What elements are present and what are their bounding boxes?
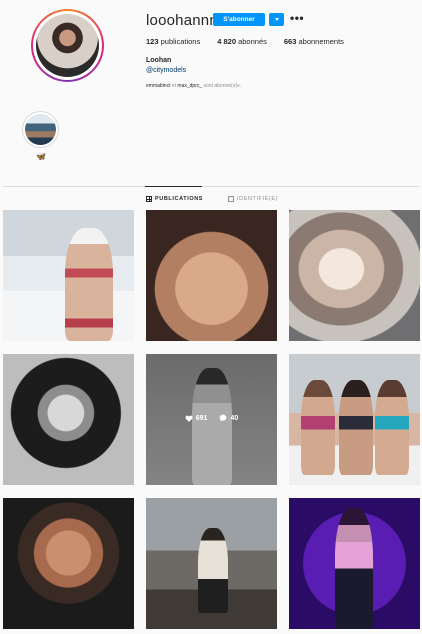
post-thumbnail[interactable]: [3, 354, 134, 485]
likes-value: 691: [195, 414, 208, 422]
following-label: abonnements: [298, 37, 344, 46]
followed-by-user-2[interactable]: max_dprc_: [177, 83, 202, 89]
post-figure: [301, 380, 335, 475]
post-thumbnail[interactable]: [146, 498, 277, 629]
highlight-cover: [25, 114, 56, 145]
likes-count: 691: [185, 414, 208, 422]
post-thumbnail[interactable]: [3, 210, 134, 341]
posts-stat: 123 publications: [146, 37, 200, 46]
tab-tagged-label: IDENTIFIÉ(E): [237, 196, 279, 202]
post-thumbnail[interactable]: [146, 210, 277, 341]
tab-tagged[interactable]: IDENTIFIÉ(E): [228, 196, 278, 202]
profile-link[interactable]: @citymodels: [146, 67, 186, 74]
post-figure: [335, 508, 373, 629]
followers-label: abonnés: [238, 37, 267, 46]
grid-icon: [146, 196, 152, 202]
post-thumbnail[interactable]: [289, 498, 420, 629]
posts-count: 123: [146, 37, 159, 46]
post-figure: [339, 380, 373, 475]
username: looohannn: [146, 12, 218, 29]
post-thumbnail[interactable]: [3, 498, 134, 629]
post-thumbnail[interactable]: [289, 210, 420, 341]
highlight-label: 🦋: [36, 152, 46, 161]
profile-avatar[interactable]: [31, 9, 104, 82]
post-figure: [198, 528, 228, 613]
comments-value: 40: [230, 414, 239, 422]
post-figure: [65, 228, 113, 341]
followers-count: 4 820: [217, 37, 236, 46]
post-thumbnail[interactable]: [289, 354, 420, 485]
full-name: Loohan: [146, 57, 172, 64]
story-highlight[interactable]: [22, 111, 59, 148]
active-tab-indicator: [145, 186, 202, 187]
post-thumbnail-hovered[interactable]: 691 40: [146, 354, 277, 485]
following-stat[interactable]: 663 abonnements: [284, 37, 344, 46]
avatar-image: [36, 14, 99, 77]
heart-icon: [185, 415, 193, 422]
avatar-frame: [33, 11, 102, 80]
comment-icon: [220, 414, 227, 422]
tag-icon: [228, 196, 234, 202]
followers-stat[interactable]: 4 820 abonnés: [217, 37, 267, 46]
tab-publications[interactable]: PUBLICATIONS: [146, 196, 203, 202]
follow-button[interactable]: S'abonner: [213, 13, 265, 26]
following-count: 663: [283, 37, 297, 46]
profile-stats: 123 publications 4 820 abonnés 663 abonn…: [146, 37, 361, 46]
chevron-down-icon: [274, 18, 279, 21]
followed-by-text[interactable]: emmabinct et max_dprc_ sont abonné(e)s.: [146, 83, 241, 89]
suggestions-dropdown-button[interactable]: [269, 13, 284, 26]
post-engagement: 691 40: [146, 414, 277, 422]
comments-count: 40: [219, 414, 238, 422]
more-options-button[interactable]: •••: [290, 12, 304, 24]
followed-by-end: sont abonné(e)s.: [202, 83, 242, 89]
followed-by-user[interactable]: emmabinct: [146, 83, 170, 89]
posts-label: publications: [160, 37, 201, 46]
tab-publications-label: PUBLICATIONS: [155, 196, 204, 202]
post-figure: [375, 380, 409, 475]
tabs-divider: [3, 186, 419, 187]
